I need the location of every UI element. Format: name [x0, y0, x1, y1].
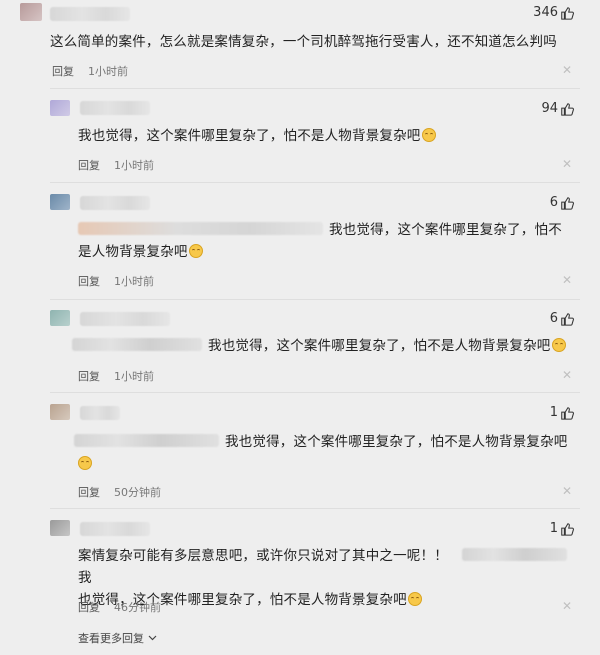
close-icon[interactable]: ✕ [562, 273, 572, 287]
show-more-replies-link[interactable]: 查看更多回复 [78, 630, 157, 646]
smile-emoji-icon [421, 128, 436, 142]
divider [50, 508, 580, 509]
comment-text-body: 我也觉得，这个案件哪里复杂了，怕不是人物背景复杂吧 [208, 338, 551, 354]
thumbs-up-icon [561, 312, 574, 326]
like-button[interactable]: 1 [550, 405, 574, 420]
username-blurred[interactable] [80, 196, 150, 210]
comment-text: 这么简单的案件，怎么就是案情复杂，一个司机醉驾拖行受害人，还不知道怎么判吗 [50, 34, 557, 50]
timestamp: 46分钟前 [114, 601, 161, 614]
comment-meta: 回复 1小时前 [78, 368, 154, 384]
divider [50, 88, 580, 89]
reply-button[interactable]: 回复 [78, 157, 100, 173]
like-count: 346 [533, 5, 558, 20]
show-more-label: 查看更多回复 [78, 632, 144, 645]
timestamp: 1小时前 [114, 159, 154, 172]
like-button[interactable]: 94 [541, 101, 574, 116]
like-button[interactable]: 346 [533, 5, 574, 20]
comment-text: 我也觉得，这个案件哪里复杂了，怕不是人物背景复杂吧 [74, 431, 574, 475]
reply-button[interactable]: 回复 [78, 273, 100, 289]
timestamp: 50分钟前 [114, 486, 161, 499]
divider [50, 392, 580, 393]
reply-button[interactable]: 回复 [78, 368, 100, 384]
mention-blurred[interactable] [78, 222, 323, 235]
like-count: 6 [549, 195, 558, 210]
thumbs-up-icon [561, 196, 574, 210]
like-count: 1 [549, 521, 558, 536]
avatar[interactable] [50, 404, 70, 420]
like-count: 6 [549, 311, 558, 326]
mention-blurred[interactable] [74, 434, 219, 447]
reply-button[interactable]: 回复 [52, 63, 74, 79]
avatar[interactable] [20, 3, 42, 21]
comment-text-line1-end: 我 [78, 570, 92, 586]
divider [50, 299, 580, 300]
avatar[interactable] [50, 310, 70, 326]
smile-emoji-icon [407, 592, 422, 606]
comment-meta: 回复 1小时前 [78, 157, 154, 173]
thumbs-up-icon [561, 102, 574, 116]
username-blurred[interactable] [80, 312, 170, 326]
comment-meta: 回复 46分钟前 [78, 599, 161, 615]
timestamp: 1小时前 [114, 370, 154, 383]
username-blurred[interactable] [50, 7, 130, 21]
avatar[interactable] [50, 194, 70, 210]
close-icon[interactable]: ✕ [562, 484, 572, 498]
smile-emoji-icon [188, 244, 203, 258]
comment-meta: 回复 50分钟前 [78, 484, 161, 500]
close-icon[interactable]: ✕ [562, 63, 572, 77]
comment-text: 我也觉得，这个案件哪里复杂了，怕不 是人物背景复杂吧 [78, 219, 578, 263]
mention-blurred[interactable] [72, 338, 202, 351]
comment-text-line2: 是人物背景复杂吧 [78, 244, 188, 260]
mention-blurred[interactable] [461, 548, 567, 561]
comment-text-line1: 案情复杂可能有多层意思吧，或许你只说对了其中之一呢！！ [78, 548, 448, 564]
comment-meta: 回复 1小时前 [52, 63, 128, 79]
like-button[interactable]: 6 [550, 195, 574, 210]
close-icon[interactable]: ✕ [562, 157, 572, 171]
like-button[interactable]: 6 [550, 311, 574, 326]
thumbs-up-icon [561, 522, 574, 536]
thumbs-up-icon [561, 406, 574, 420]
avatar[interactable] [50, 520, 70, 536]
like-button[interactable]: 1 [550, 521, 574, 536]
reply-button[interactable]: 回复 [78, 599, 100, 615]
comment-text-body: 我也觉得，这个案件哪里复杂了，怕不是人物背景复杂吧 [78, 128, 421, 144]
close-icon[interactable]: ✕ [562, 368, 572, 382]
smile-emoji-icon [551, 338, 566, 352]
username-blurred[interactable] [80, 406, 120, 420]
chevron-down-icon [148, 635, 156, 641]
timestamp: 1小时前 [114, 275, 154, 288]
comment-text: 我也觉得，这个案件哪里复杂了，怕不是人物背景复杂吧 [72, 335, 582, 357]
avatar[interactable] [50, 100, 70, 116]
like-count: 1 [549, 405, 558, 420]
like-count: 94 [541, 101, 558, 116]
reply-button[interactable]: 回复 [78, 484, 100, 500]
username-blurred[interactable] [80, 522, 150, 536]
close-icon[interactable]: ✕ [562, 599, 572, 613]
timestamp: 1小时前 [88, 65, 128, 78]
divider [50, 182, 580, 183]
smile-emoji-icon [78, 456, 92, 470]
comment-text-body: 我也觉得，这个案件哪里复杂了，怕不是人物背景复杂吧 [225, 434, 568, 450]
username-blurred[interactable] [80, 101, 150, 115]
thumbs-up-icon [561, 6, 574, 20]
comment-text-line1: 我也觉得，这个案件哪里复杂了，怕不 [329, 222, 562, 238]
comment-meta: 回复 1小时前 [78, 273, 154, 289]
comment-text: 我也觉得，这个案件哪里复杂了，怕不是人物背景复杂吧 [78, 125, 436, 147]
